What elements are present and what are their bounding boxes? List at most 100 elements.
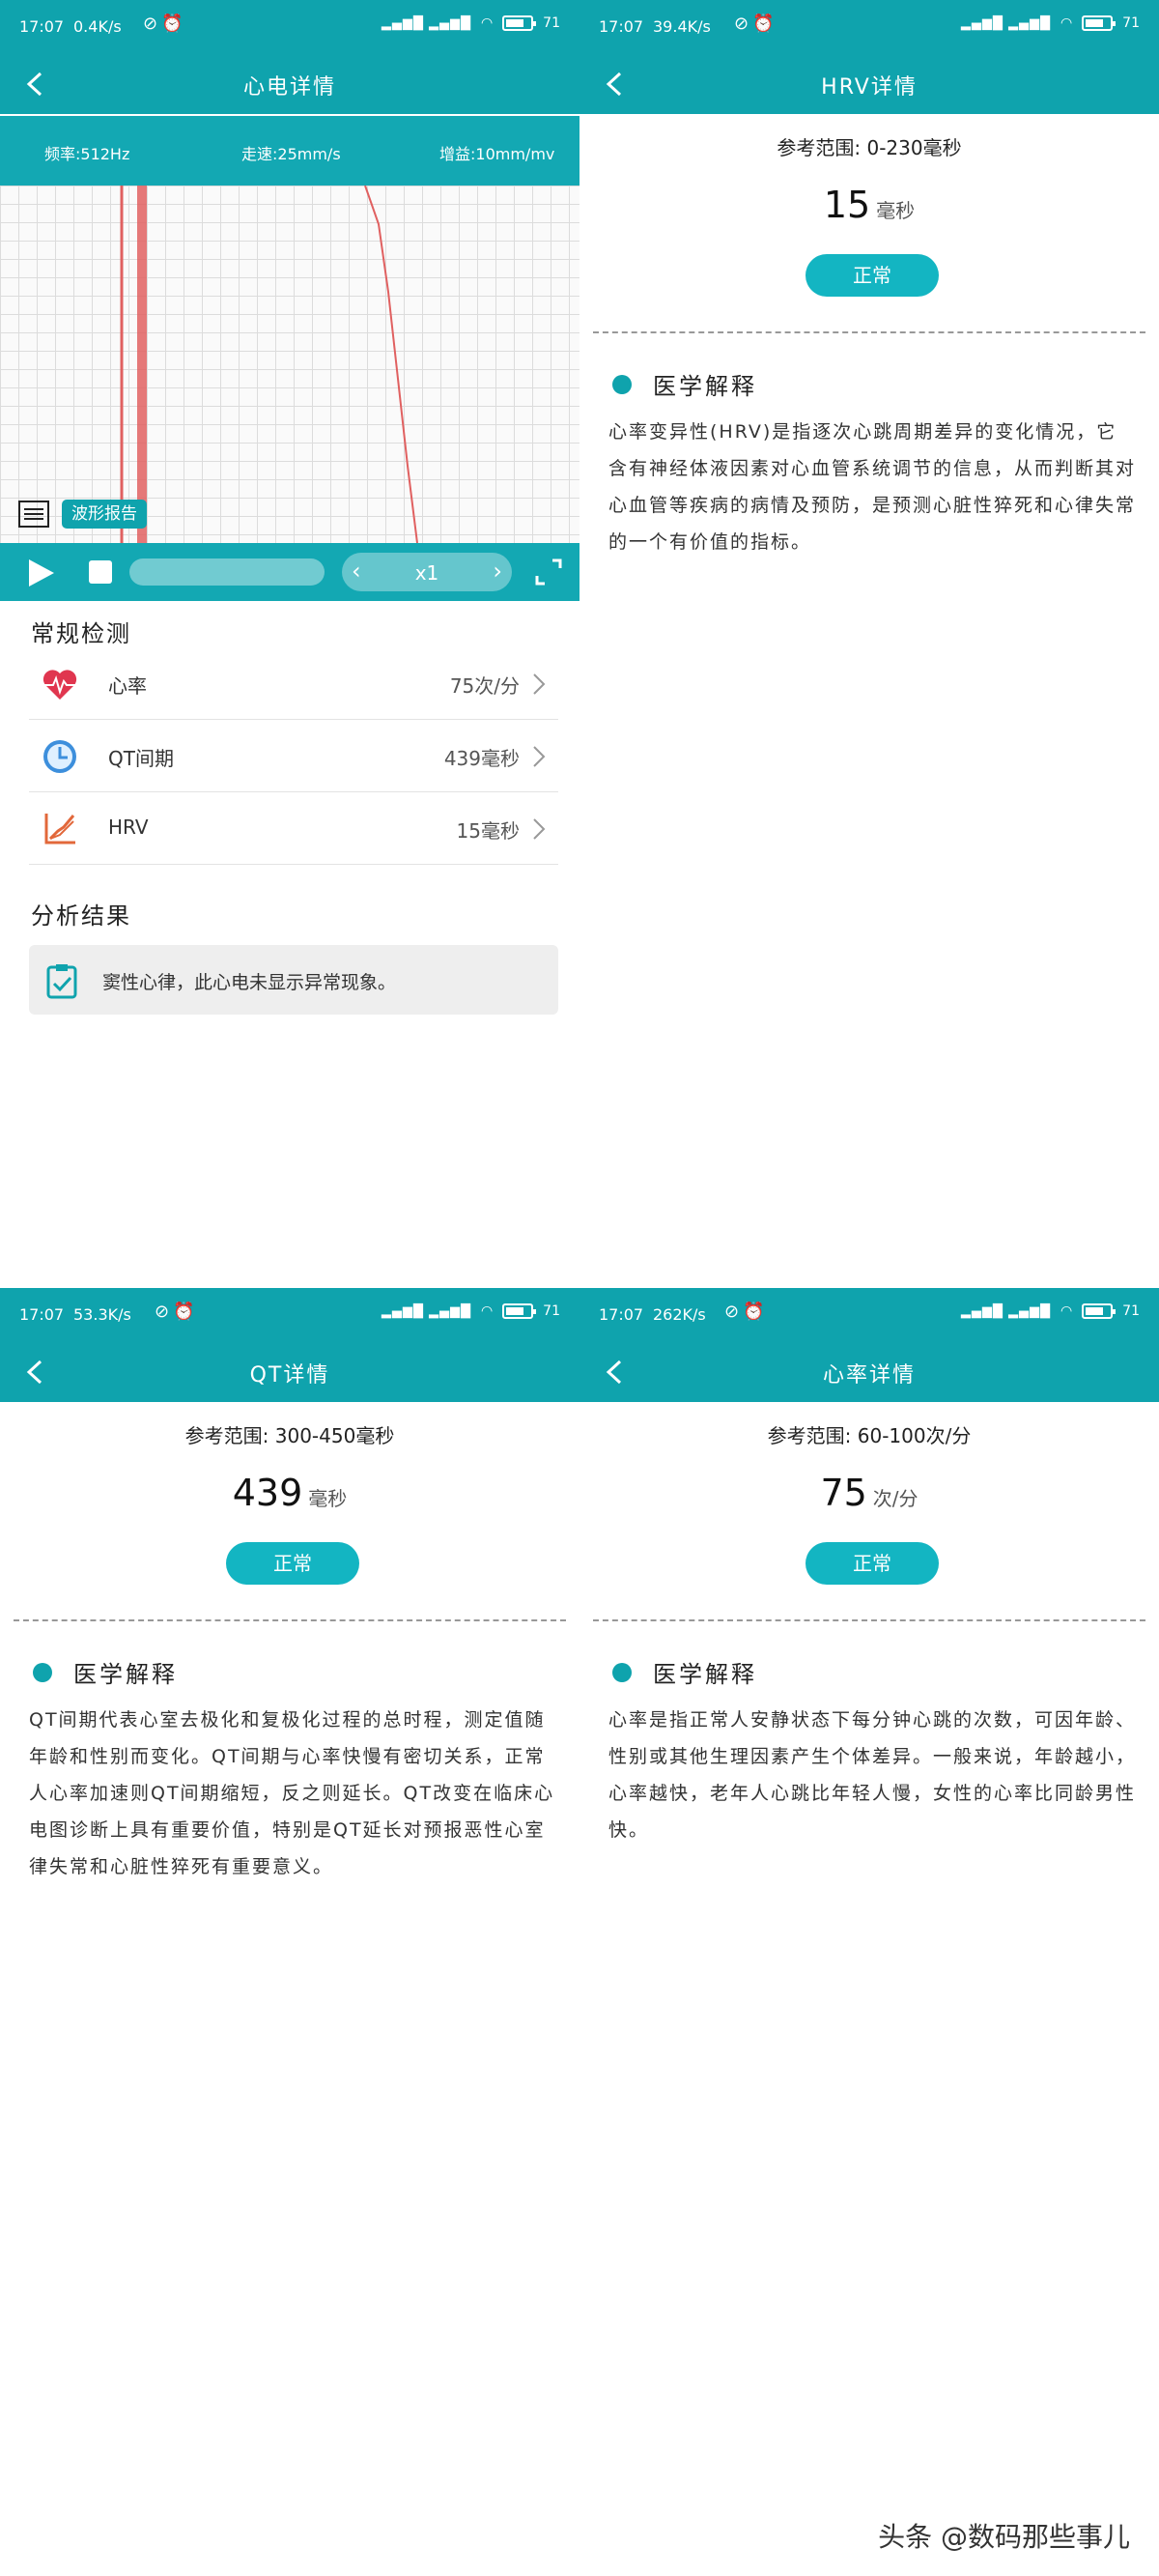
ecg-detail-screen: 17:07 0.4K/s ⊘⏰ ▂▄▆█ ▂▄▆█ ◠ 71 心电详情 频率:5… <box>0 0 580 1288</box>
playback-progress-bar[interactable] <box>129 558 325 586</box>
divider <box>593 1619 1145 1621</box>
row-label: 心率 <box>108 674 147 698</box>
status-time: 17:07 <box>599 17 644 36</box>
speed-increase-icon[interactable]: › <box>493 558 502 585</box>
nav-bar: 心率详情 <box>580 1342 1159 1402</box>
chevron-right-icon <box>533 673 546 695</box>
ecg-waveform <box>120 186 418 543</box>
ecg-parameters: 频率:512Hz 走速:25mm/s 增益:10mm/mv <box>0 116 580 186</box>
list-item-qt-interval[interactable]: QT间期 439毫秒 <box>29 720 558 792</box>
status-time: 17:07 <box>19 17 65 36</box>
page-title: HRV详情 <box>821 75 918 100</box>
status-time: 17:07 <box>599 1305 644 1324</box>
bullet-dot-icon <box>612 374 632 394</box>
heart-rate-icon <box>42 670 77 700</box>
analysis-result-text: 窦性心律，此心电未显示异常现象。 <box>102 972 397 993</box>
signal-icon: ▂▄▆█ ▂▄▆█ <box>960 15 1051 31</box>
status-badge: 正常 <box>226 1542 359 1585</box>
chevron-right-icon <box>533 746 546 767</box>
medical-explanation-text: QT间期代表心室去极化和复极化过程的总时程，测定值随年龄和性别而变化。QT间期与… <box>29 1709 555 1877</box>
fullscreen-icon[interactable] <box>533 557 564 587</box>
medical-explanation-title: 医学解释 <box>612 1655 757 1689</box>
report-list-icon[interactable] <box>17 500 50 529</box>
medical-explanation-title: 医学解释 <box>612 367 757 401</box>
ecg-waveform-grid[interactable]: 波形报告 <box>0 186 580 543</box>
network-speed: 53.3K/s <box>73 1305 131 1324</box>
battery-percent: 71 <box>543 15 560 31</box>
speed-selector: ‹ x1 › <box>342 553 512 591</box>
value-unit: 毫秒 <box>876 199 916 222</box>
reference-range: 参考范围: 300-450毫秒 <box>184 1424 395 1447</box>
bullet-dot-icon <box>33 1662 52 1682</box>
hrv-chart-icon <box>44 814 75 844</box>
medical-explanation-title: 医学解释 <box>33 1655 178 1689</box>
row-label: QT间期 <box>108 747 174 770</box>
measured-value: 439 毫秒 <box>0 1472 580 1514</box>
analysis-result-box: 窦性心律，此心电未显示异常现象。 <box>29 945 558 1015</box>
measured-value: 15 毫秒 <box>580 184 1159 226</box>
network-speed: 39.4K/s <box>653 17 711 36</box>
value-number: 15 <box>823 184 871 226</box>
bullet-dot-icon <box>612 1662 632 1682</box>
notification-icons: ⊘⏰ <box>143 14 187 34</box>
battery-icon <box>1082 15 1117 31</box>
signal-icon: ▂▄▆█ ▂▄▆█ <box>381 1303 471 1319</box>
nav-bar: 心电详情 <box>0 54 580 114</box>
medical-explanation-text: 心率变异性(HRV)是指逐次心跳周期差异的变化情况，它含有神经体液因素对心血管系… <box>608 421 1137 553</box>
section-heading: 医学解释 <box>73 1661 178 1688</box>
page-title: 心电详情 <box>242 75 336 100</box>
divider <box>593 331 1145 333</box>
list-item-heart-rate[interactable]: 心率 75次/分 <box>29 647 558 720</box>
battery-icon <box>502 1303 537 1319</box>
battery-percent: 71 <box>1122 15 1140 31</box>
reference-range: 参考范围: 0-230毫秒 <box>777 136 962 159</box>
wifi-icon: ◠ <box>480 1303 494 1319</box>
measured-value: 75 次/分 <box>580 1472 1159 1514</box>
row-label: HRV <box>108 816 149 839</box>
heart-rate-detail-screen: 17:07 262K/s ⊘⏰ ▂▄▆█ ▂▄▆█ ◠ 71 心率详情 参考范围… <box>580 1288 1159 2576</box>
value-number: 439 <box>232 1472 303 1514</box>
gain-label: 增益:10mm/mv <box>439 145 555 163</box>
signal-icon: ▂▄▆█ ▂▄▆█ <box>960 1303 1051 1319</box>
wifi-icon: ◠ <box>1060 1303 1073 1319</box>
battery-percent: 71 <box>1122 1303 1140 1319</box>
status-bar: 17:07 0.4K/s ⊘⏰ ▂▄▆█ ▂▄▆█ ◠ 71 <box>0 0 580 54</box>
status-bar: 17:07 39.4K/s ⊘⏰ ▂▄▆█ ▂▄▆█ ◠ 71 <box>580 0 1159 54</box>
row-value: 15毫秒 <box>456 819 520 843</box>
clipboard-check-icon <box>46 964 77 999</box>
row-value: 439毫秒 <box>443 747 520 770</box>
speed-label: 走速:25mm/s <box>241 145 341 163</box>
frequency-label: 频率:512Hz <box>44 145 130 163</box>
page-title: QT详情 <box>249 1363 330 1388</box>
status-badge: 正常 <box>806 254 939 297</box>
battery-icon <box>1082 1303 1117 1319</box>
qt-detail-screen: 17:07 53.3K/s ⊘⏰ ▂▄▆█ ▂▄▆█ ◠ 71 QT详情 参考范… <box>0 1288 580 2576</box>
medical-explanation-text: 心率是指正常人安静状态下每分钟心跳的次数，可因年龄、性别或其他生理因素产生个体差… <box>608 1709 1137 1841</box>
list-item-hrv[interactable]: HRV 15毫秒 <box>29 792 558 865</box>
playback-controls: ‹ x1 › <box>0 543 580 601</box>
routine-section-title: 常规检测 <box>31 620 131 647</box>
watermark: 头条 @数码那些事儿 <box>878 2521 1130 2553</box>
speed-value: x1 <box>414 561 439 585</box>
stop-icon[interactable] <box>89 560 112 584</box>
analysis-section-title: 分析结果 <box>31 902 131 930</box>
waveform-report-button[interactable]: 波形报告 <box>62 500 147 529</box>
signal-icon: ▂▄▆█ ▂▄▆█ <box>381 15 471 31</box>
value-number: 75 <box>820 1472 867 1514</box>
status-bar: 17:07 262K/s ⊘⏰ ▂▄▆█ ▂▄▆█ ◠ 71 <box>580 1288 1159 1342</box>
value-unit: 次/分 <box>872 1487 919 1510</box>
play-icon[interactable] <box>29 559 54 587</box>
reference-range: 参考范围: 60-100次/分 <box>767 1424 972 1447</box>
battery-percent: 71 <box>543 1303 560 1319</box>
chevron-right-icon <box>533 818 546 840</box>
wifi-icon: ◠ <box>1060 15 1073 31</box>
status-badge: 正常 <box>806 1542 939 1585</box>
network-speed: 0.4K/s <box>73 17 122 36</box>
notification-icons: ⊘⏰ <box>734 14 778 34</box>
hrv-detail-screen: 17:07 39.4K/s ⊘⏰ ▂▄▆█ ▂▄▆█ ◠ 71 HRV详情 参考… <box>580 0 1159 1288</box>
nav-bar: QT详情 <box>0 1342 580 1402</box>
page-title: 心率详情 <box>822 1363 916 1388</box>
status-time: 17:07 <box>19 1305 65 1324</box>
nav-bar: HRV详情 <box>580 54 1159 114</box>
status-bar: 17:07 53.3K/s ⊘⏰ ▂▄▆█ ▂▄▆█ ◠ 71 <box>0 1288 580 1342</box>
